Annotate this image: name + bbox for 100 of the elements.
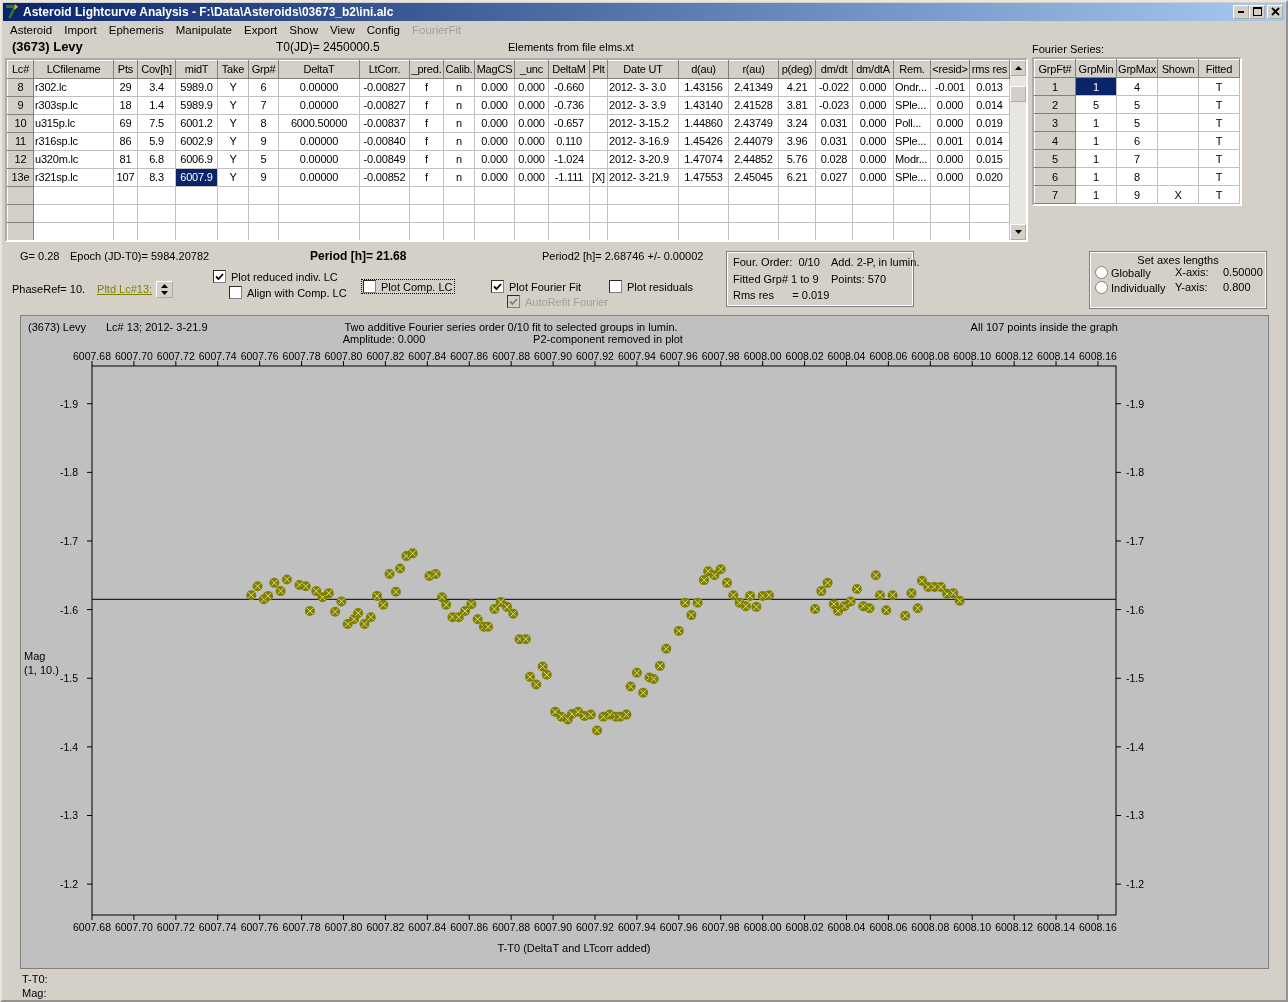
table-cell: n <box>443 96 475 115</box>
x-tick-label: 6007.78 <box>282 921 321 933</box>
table-cell: 5 <box>248 150 279 169</box>
table-cell: 9 <box>248 132 279 151</box>
column-header[interactable]: Calib. <box>443 60 475 79</box>
data-point <box>828 599 839 610</box>
checkbox[interactable]: Plot Fourier Fit <box>490 280 583 293</box>
data-point <box>906 588 917 599</box>
data-point <box>900 610 911 621</box>
column-header[interactable]: dm/dt <box>815 60 853 79</box>
table-cell: 1 <box>1075 167 1117 186</box>
table-cell: 6 <box>1116 131 1158 150</box>
x-tick-label: 6008.06 <box>869 921 908 933</box>
table-cell: f <box>409 96 444 115</box>
table-cell: 1 <box>1075 185 1117 204</box>
table-cell: 3.4 <box>137 78 176 97</box>
column-header[interactable]: DeltaM <box>548 60 590 79</box>
table-cell: 0.000 <box>514 114 549 133</box>
spin-button[interactable] <box>156 280 174 298</box>
x-tick-label: 6008.04 <box>827 350 866 362</box>
column-header[interactable]: <resid> <box>930 60 970 79</box>
column-header[interactable]: d(au) <box>678 60 729 79</box>
menu-item[interactable]: Asteroid <box>4 24 59 37</box>
data-point <box>592 725 603 736</box>
column-header[interactable]: Take <box>217 60 249 79</box>
table-cell: 0.000 <box>514 168 549 187</box>
data-point <box>887 590 898 601</box>
scroll-thumb[interactable] <box>1010 85 1026 102</box>
column-header[interactable]: p(deg) <box>778 60 816 79</box>
checkbox[interactable]: Plot reduced indiv. LC <box>212 270 339 283</box>
x-tick-label: 6008.16 <box>1079 921 1117 933</box>
column-header[interactable]: Lc# <box>7 60 34 79</box>
x-tick-label: 6007.92 <box>576 921 614 933</box>
minimize-button[interactable] <box>1233 5 1249 19</box>
column-header[interactable]: Shown <box>1157 59 1199 78</box>
period2-value: Period2 [h]= 2.68746 +/- 0.00002 <box>542 250 704 262</box>
checkbox[interactable]: Plot Comp. LC <box>362 280 454 293</box>
column-header[interactable]: r(au) <box>728 60 779 79</box>
menu-item[interactable]: View <box>324 24 361 37</box>
table-cell: 7 <box>248 96 279 115</box>
menu-item[interactable]: Import <box>58 24 103 37</box>
column-header[interactable]: Date UT <box>607 60 679 79</box>
table-cell: Y <box>217 150 249 169</box>
checkbox[interactable]: Plot residuals <box>608 280 695 293</box>
scrollbar[interactable] <box>1010 59 1026 240</box>
menu-item[interactable]: Config <box>360 24 406 37</box>
table-cell: -0.00827 <box>359 96 410 115</box>
data-point <box>531 679 542 690</box>
menu-item[interactable]: Ephemeris <box>102 24 170 37</box>
x-tick-label: 6008.00 <box>743 921 782 933</box>
table-cell: 6001.2 <box>175 114 218 133</box>
table-cell: 0.00000 <box>278 168 360 187</box>
x-tick-label: 6007.88 <box>492 350 531 362</box>
radio-button[interactable]: Individually <box>1095 281 1175 294</box>
maximize-button[interactable] <box>1249 5 1265 19</box>
table-cell: 4 <box>1116 77 1158 96</box>
table-cell: 0.019 <box>969 114 1010 133</box>
table-cell: 6006.9 <box>175 150 218 169</box>
checkbox[interactable]: Align with Comp. LC <box>228 286 348 299</box>
column-header[interactable]: DeltaT <box>278 60 360 79</box>
menu-item[interactable]: Manipulate <box>169 24 238 37</box>
y-tick-label: -1.8 <box>59 466 78 479</box>
column-header[interactable]: midT <box>175 60 218 79</box>
column-header[interactable]: _pred. <box>409 60 444 79</box>
data-point <box>472 614 483 625</box>
menu-item[interactable]: Export <box>238 24 284 37</box>
data-point <box>864 603 875 614</box>
radio-button[interactable]: Globally <box>1095 266 1175 279</box>
data-point <box>359 619 370 630</box>
table-cell: 6.8 <box>137 150 176 169</box>
column-header[interactable]: Cov[h] <box>137 60 176 79</box>
data-point <box>466 599 477 610</box>
table-cell: 9 <box>1116 185 1158 204</box>
column-header[interactable]: rms res <box>969 60 1010 79</box>
table-cell: SPle... <box>893 168 931 187</box>
column-header[interactable]: GrpFt# <box>1034 59 1076 78</box>
x-tick-label: 6007.70 <box>114 921 153 933</box>
table-cell: 2012- 3- 3.0 <box>607 78 679 97</box>
table-cell: 3.24 <box>778 114 816 133</box>
column-header[interactable]: dm/dtA <box>852 60 894 79</box>
menu-item[interactable]: Show <box>283 24 325 37</box>
column-header[interactable]: MagCS <box>474 60 515 79</box>
data-point <box>520 634 531 645</box>
table-cell: 1.44860 <box>678 114 729 133</box>
table-cell: 6002.9 <box>175 132 218 151</box>
column-header[interactable]: GrpMax <box>1116 59 1158 78</box>
column-header[interactable]: Grp# <box>248 60 279 79</box>
table-cell: SPle... <box>893 96 931 115</box>
column-header[interactable]: Rem. <box>893 60 931 79</box>
column-header[interactable]: Fitted <box>1198 59 1240 78</box>
table-cell: -0.736 <box>548 96 590 115</box>
column-header[interactable]: Pts <box>113 60 138 79</box>
column-header[interactable]: GrpMin <box>1075 59 1117 78</box>
check-icon <box>215 272 224 281</box>
column-header[interactable]: _unc <box>514 60 549 79</box>
column-header[interactable]: LtCorr. <box>359 60 410 79</box>
table-cell: 0.000 <box>474 96 515 115</box>
close-button[interactable] <box>1267 5 1283 19</box>
x-axis-value: 0.50000 <box>1223 266 1263 279</box>
column-header[interactable]: LCfilename <box>33 60 114 79</box>
